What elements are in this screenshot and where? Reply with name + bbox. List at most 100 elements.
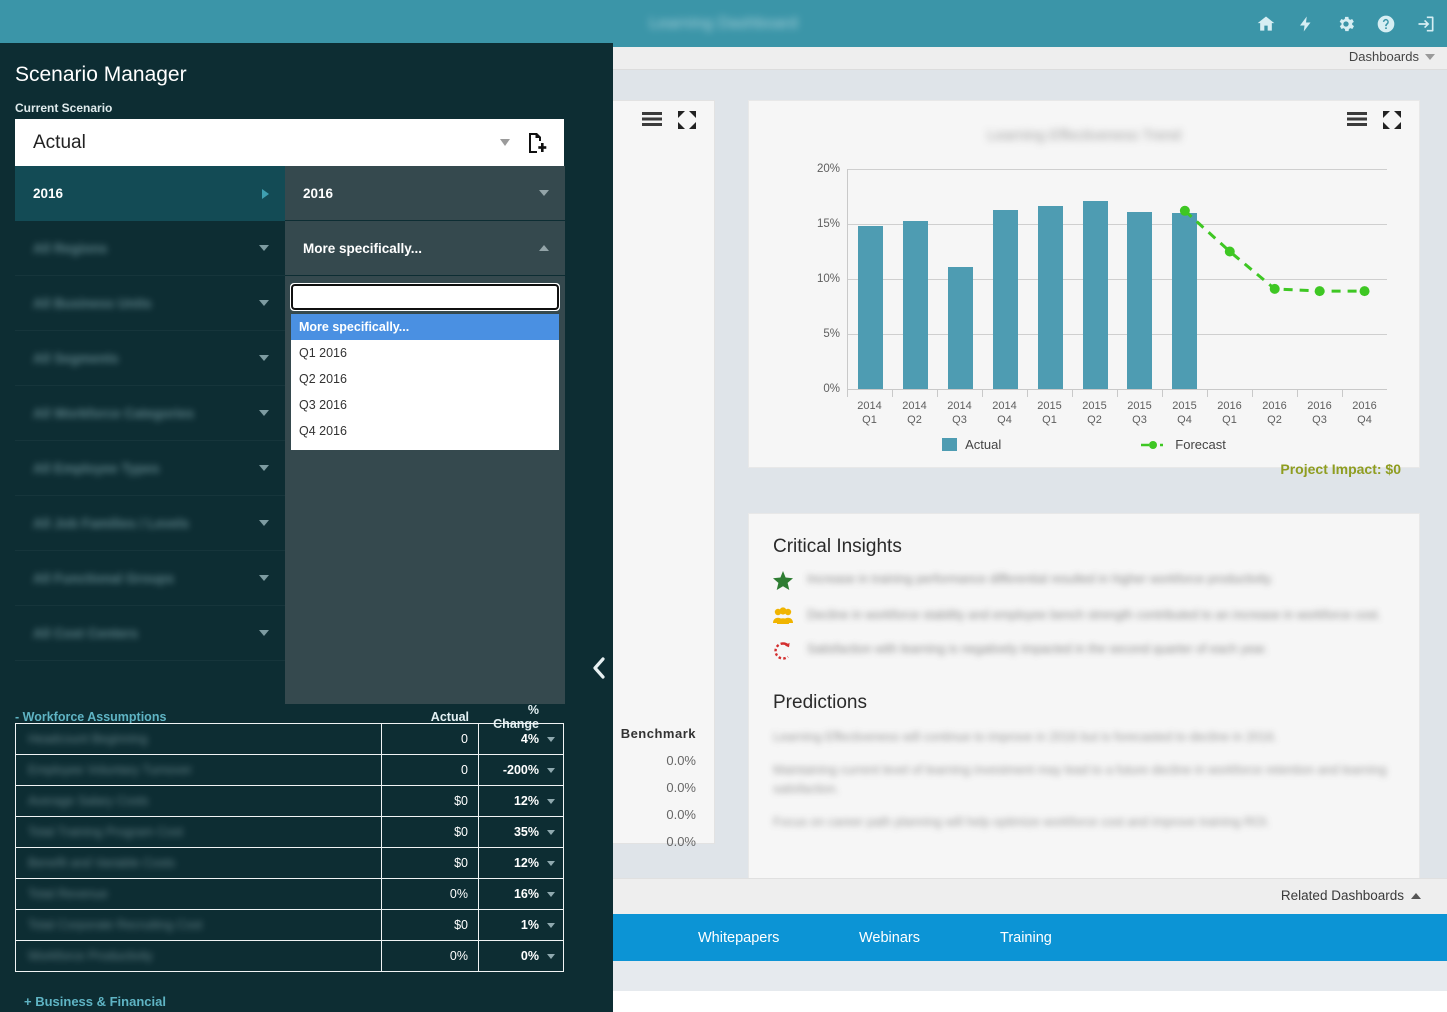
- sidebar-filter-row[interactable]: All Business Units: [15, 276, 285, 331]
- insight-text: Increase in training performance differe…: [807, 572, 1274, 586]
- chart-bar-slot: [1342, 169, 1387, 389]
- chart-x-label: 2016 Q3: [1307, 400, 1332, 426]
- chart-x-tick: [1342, 390, 1387, 397]
- table-row: Headcount Beginning 0 4%: [16, 723, 563, 755]
- workforce-row-actual: 0: [381, 723, 478, 755]
- expand-icon[interactable]: [678, 111, 696, 134]
- chart-x-tick: [1162, 390, 1207, 397]
- sidebar-filter-row[interactable]: All Regions: [15, 221, 285, 276]
- sidebar-filter-row[interactable]: All Functional Groups: [15, 551, 285, 606]
- sidebar-filter-row[interactable]: All Cost Centers: [15, 606, 285, 661]
- legend-label-forecast: Forecast: [1175, 437, 1226, 452]
- sidebar-collapse-handle[interactable]: [585, 643, 613, 693]
- chart-bar-slot: [1162, 169, 1207, 389]
- workforce-row-actual: 0%: [381, 878, 478, 910]
- workforce-row-label: Workforce Productivity: [28, 949, 153, 963]
- detail-row-year-label: 2016: [303, 185, 334, 201]
- related-dashboards-toggle[interactable]: Related Dashboards: [1281, 888, 1421, 903]
- workforce-row-actual: $0: [381, 785, 478, 817]
- chart-x-tick: [1252, 390, 1297, 397]
- table-row: Employee Voluntary Turnover 0 -200%: [16, 754, 563, 786]
- insight-item: Satisfaction with learning is negatively…: [773, 640, 1395, 666]
- insight-item: Increase in training performance differe…: [773, 570, 1395, 596]
- new-document-icon[interactable]: [526, 132, 548, 154]
- period-dropdown-option[interactable]: Q2 2016: [291, 366, 559, 392]
- workforce-row-change[interactable]: 12%: [478, 785, 563, 817]
- workforce-row-change[interactable]: 16%: [478, 878, 563, 910]
- chart-bar: [947, 266, 973, 389]
- chevron-down-icon: [547, 922, 555, 928]
- chart-x-label: 2015 Q1: [1037, 400, 1062, 426]
- sidebar-filter-row[interactable]: All Segments: [15, 331, 285, 386]
- sidebar-filter-row[interactable]: All Job Families / Levels: [15, 496, 285, 551]
- period-dropdown-option[interactable]: Q4 2016: [291, 418, 559, 444]
- home-icon[interactable]: [1255, 13, 1277, 35]
- workforce-row-change-value: 0%: [520, 948, 539, 963]
- workforce-row-actual: $0: [381, 847, 478, 879]
- chart-x-tick-labels: 2014 Q1 2014 Q2 2014 Q3 2014 Q4 2015 Q1 2015 Q2 2015…: [847, 399, 1387, 427]
- workforce-row-label: Total Training Program Cost: [28, 825, 183, 839]
- workforce-row-change[interactable]: -200%: [478, 754, 563, 786]
- workforce-assumptions-table: Headcount Beginning 0 4% Employee Voluntary…: [15, 723, 564, 972]
- tab-webinars[interactable]: Webinars: [859, 930, 920, 946]
- predictions-heading: Predictions: [773, 692, 867, 713]
- app-root: Learning Dashboard Dashboards Benchmark …: [0, 0, 1447, 1012]
- sidebar-filter-row[interactable]: All Employee Types: [15, 441, 285, 496]
- period-dropdown-options: More specifically... Q1 2016 Q2 2016 Q3 201…: [291, 314, 559, 450]
- chevron-down-icon[interactable]: [500, 139, 510, 146]
- critical-insights-heading: Critical Insights: [773, 536, 902, 557]
- workforce-row-change[interactable]: 0%: [478, 940, 563, 972]
- chart-y-tick: 0%: [823, 383, 840, 395]
- detail-row-year[interactable]: 2016: [285, 166, 565, 221]
- legend-item-forecast: Forecast: [1141, 437, 1226, 452]
- workforce-row-change[interactable]: 4%: [478, 723, 563, 755]
- chevron-down-icon: [547, 798, 555, 804]
- gear-icon[interactable]: [1335, 13, 1357, 35]
- period-dropdown-option[interactable]: Q1 2016: [291, 340, 559, 366]
- workforce-row-label: Total Corporate Recruiting Cost: [28, 918, 203, 932]
- chart-y-tick: 15%: [816, 218, 840, 230]
- workforce-section-title[interactable]: - Workforce Assumptions: [15, 710, 382, 724]
- legend-item-actual: Actual: [942, 437, 1001, 452]
- business-financial-section-link[interactable]: + Business & Financial: [24, 994, 166, 1009]
- dashboards-menu[interactable]: Dashboards: [1349, 49, 1435, 64]
- tab-whitepapers[interactable]: Whitepapers: [698, 930, 779, 946]
- chevron-down-icon: [259, 630, 269, 636]
- sidebar-filter-label: All Functional Groups: [33, 570, 174, 586]
- sidebar-year-row[interactable]: 2016: [15, 166, 285, 221]
- period-search-wrap: [285, 276, 565, 311]
- chevron-down-icon: [259, 410, 269, 416]
- chart-y-tick: 5%: [823, 328, 840, 340]
- logout-icon[interactable]: [1415, 13, 1437, 35]
- chart-x-tick: [892, 390, 937, 397]
- scenario-select[interactable]: Actual: [15, 119, 564, 166]
- workforce-row-label: Headcount Beginning: [28, 732, 148, 746]
- chart-x-label: 2016 Q4: [1352, 400, 1377, 426]
- scenario-select-value: Actual: [33, 131, 86, 153]
- help-icon[interactable]: [1375, 13, 1397, 35]
- chevron-up-icon: [539, 245, 549, 251]
- chart-x-tick: [1297, 390, 1342, 397]
- sidebar-filter-row[interactable]: All Workforce Categories: [15, 386, 285, 441]
- chart-bar-slot: [1028, 169, 1073, 389]
- scenario-manager-title: Scenario Manager: [15, 63, 187, 86]
- lightning-bolt-icon[interactable]: [1295, 13, 1317, 35]
- period-dropdown-option[interactable]: Q3 2016: [291, 392, 559, 418]
- insights-panel: Critical Insights Increase in training p…: [748, 513, 1420, 925]
- period-dropdown-option[interactable]: More specifically...: [291, 314, 559, 340]
- workforce-row-change[interactable]: 35%: [478, 816, 563, 848]
- chart-x-label: 2014 Q2: [902, 400, 927, 426]
- workforce-row-actual: $0: [381, 816, 478, 848]
- left-panel-tools: [642, 111, 696, 134]
- detail-row-more-specifically[interactable]: More specifically...: [285, 221, 565, 276]
- menu-icon[interactable]: [642, 111, 662, 134]
- tab-training[interactable]: Training: [1000, 930, 1052, 946]
- workforce-row-change-value: 16%: [513, 886, 539, 901]
- chart-x-label: 2014 Q1: [857, 400, 882, 426]
- workforce-row-change[interactable]: 1%: [478, 909, 563, 941]
- sidebar-filter-label: All Workforce Categories: [33, 405, 195, 421]
- workforce-row-change[interactable]: 12%: [478, 847, 563, 879]
- chart-x-tick: [982, 390, 1027, 397]
- period-search-input[interactable]: [290, 283, 560, 311]
- chart-bar: [992, 209, 1018, 389]
